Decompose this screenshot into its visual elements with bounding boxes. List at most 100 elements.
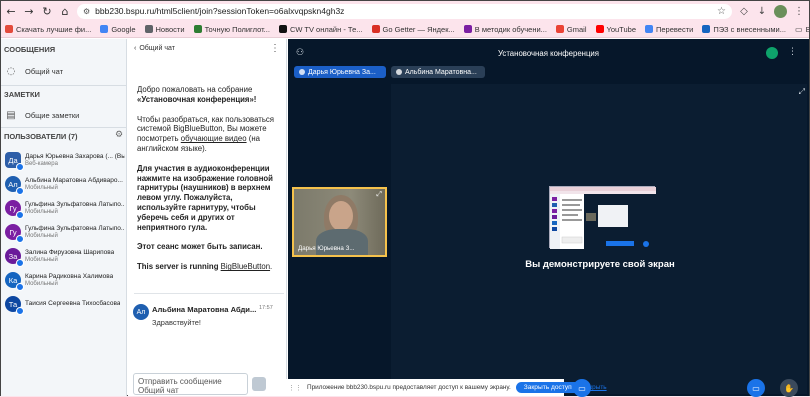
chat-message-input[interactable]: Отправить сообщение Общий чат — [133, 373, 248, 395]
bookmark-item[interactable]: Новости — [144, 24, 185, 34]
user-avatar: За — [5, 248, 24, 267]
user-list-item[interactable]: Гу Гульфина Зульфатовна Латыпо... Мобильны… — [5, 198, 125, 219]
bookmark-label: Скачать лучшие фи... — [16, 24, 92, 34]
bookmark-item[interactable]: В методик обучени... — [463, 24, 547, 34]
fullscreen-icon[interactable]: ⤢ — [799, 87, 805, 97]
bbb-link[interactable]: BigBlueButton — [221, 262, 270, 271]
drag-handle-icon[interactable]: ⋮⋮ — [288, 384, 302, 392]
user-list-item[interactable]: Ал Альбина Маратовна Абдиваро... Мобильный — [5, 174, 125, 195]
mic-icon — [396, 69, 402, 75]
user-avatar: Ал — [5, 176, 24, 195]
welcome-meeting-name: «Установочная конференция»! — [137, 94, 257, 104]
bookmark-favicon-icon — [144, 25, 153, 33]
bookmark-favicon-icon — [278, 25, 287, 33]
video-face — [329, 201, 353, 231]
options-menu-icon[interactable]: ⋮ — [788, 47, 797, 57]
present-icon[interactable]: ▭ — [747, 379, 765, 397]
divider — [134, 293, 284, 294]
bookmark-favicon-icon — [100, 25, 109, 33]
screen-share-notification: ⋮⋮ Приложение bbb230.bspu.ru предоставля… — [284, 379, 607, 396]
user-info: Карина Радиковна Халимова Мобильный — [25, 273, 113, 288]
notes-icon: ▤ — [6, 109, 16, 121]
user-list-item[interactable]: Ка Карина Радиковна Халимова Мобильный — [5, 270, 125, 291]
divider — [1, 85, 127, 86]
user-info: Альбина Маратовна Абдиваро... Мобильный — [25, 177, 123, 192]
shared-notes-item[interactable]: ▤ Общие заметки — [5, 109, 79, 121]
user-list-item[interactable]: Да Дарья Юрьевна Захарова (... (Вы) Веб-ка… — [5, 150, 125, 171]
bookmark-label: Новости — [155, 24, 185, 34]
bookmark-favicon-icon — [702, 25, 711, 33]
bookmark-item[interactable]: Gmail — [555, 24, 587, 34]
bookmark-label: Точную Полиглот... — [204, 24, 270, 34]
bookmark-label: Перевести — [656, 24, 694, 34]
all-bookmarks-label: Все закладки — [806, 25, 809, 34]
bookmark-star-icon[interactable]: ☆ — [717, 6, 726, 17]
chat-options-icon[interactable]: ⋮ — [270, 43, 280, 54]
user-avatar: Та — [5, 296, 24, 315]
reload-icon[interactable]: ↻ — [41, 5, 53, 18]
browser-menu-icon[interactable]: ⋮ — [793, 5, 805, 17]
chevron-left-icon[interactable]: ‹ — [134, 45, 136, 52]
browser-window: ← → ↻ ⌂ ⚙ bbb230.bspu.ru/html5client/joi… — [0, 0, 810, 397]
user-info: Гульфина Зульфатовна Латыпо... Мобильный — [25, 201, 125, 216]
shared-notes-label: Общие заметки — [25, 110, 80, 120]
connection-status-icon[interactable] — [766, 47, 778, 59]
device-icon — [16, 235, 24, 243]
bookmark-label: Google — [111, 24, 136, 34]
user-name: Гульфина Зульфатовна Латыпо... — [25, 224, 125, 232]
device-icon — [16, 211, 24, 219]
home-icon[interactable]: ⌂ — [59, 5, 71, 18]
all-bookmarks-button[interactable]: ▭Все закладки — [795, 25, 809, 34]
bookmark-item[interactable]: CW TV онлайн - Те... — [278, 25, 363, 34]
server-text: This server is running — [137, 262, 221, 272]
bookmark-label: В методик обучени... — [474, 24, 547, 34]
forward-icon[interactable]: → — [23, 5, 35, 18]
downloads-icon[interactable]: ↓ — [756, 5, 768, 17]
bookmark-item[interactable]: Google — [100, 24, 136, 34]
site-info-icon[interactable]: ⚙ — [83, 7, 90, 16]
raise-hand-icon[interactable]: ✋ — [780, 379, 798, 397]
user-role: Мобильный — [25, 256, 58, 263]
bookmark-label: Gmail — [566, 24, 587, 34]
bookmark-favicon-icon — [371, 25, 380, 33]
user-name: Дарья Юрьевна Захарова (... (Вы) — [25, 152, 125, 160]
bookmark-label: YouTube — [606, 24, 636, 34]
talker-name: Дарья Юрьевна За... — [308, 68, 376, 76]
profile-avatar[interactable] — [774, 4, 787, 18]
message-time: 17:57 — [259, 305, 273, 311]
user-name: Карина Радиковна Халимова — [25, 272, 114, 280]
webcam-video[interactable]: ⤢ Дарья Юрьевна З... — [292, 187, 387, 257]
public-chat-item[interactable]: ◌ Общий чат — [5, 65, 64, 77]
folder-icon: ▭ — [795, 24, 803, 34]
user-list-item[interactable]: Гу Гульфина Зульфатовна Латыпо... Мобильны… — [5, 222, 125, 243]
user-list-item[interactable]: Та Таисия Сергеевна Тихосбасова — [5, 294, 125, 315]
user-info: Залина Фирузовна Шарипова Мобильный — [25, 249, 114, 264]
bookmark-item[interactable]: Go Getter — Яндек... — [371, 25, 455, 34]
bookmark-item[interactable]: YouTube — [595, 24, 636, 34]
chat-header[interactable]: ‹ Общий чат — [134, 45, 175, 52]
mic-icon — [299, 69, 305, 75]
message-text: Здравствуйте! — [152, 318, 201, 327]
divider — [1, 127, 127, 128]
screen-share-button[interactable]: ▭ — [573, 379, 591, 397]
url-text[interactable]: bbb230.bspu.ru/html5client/join?sessionT… — [95, 6, 712, 16]
stop-sharing-button[interactable]: Закрыть доступ — [515, 382, 580, 393]
welcome-line: Добро пожаловать на собрание — [137, 85, 253, 94]
user-role: Мобильный — [25, 208, 58, 215]
user-list-item[interactable]: За Залина Фирузовна Шарипова Мобильный — [5, 246, 125, 267]
user-info: Гульфина Зульфатовна Латыпо... Мобильный — [25, 225, 125, 240]
address-bar[interactable]: ⚙ bbb230.bspu.ru/html5client/join?sessio… — [77, 3, 732, 19]
tutorial-link[interactable]: обучающие видео — [181, 134, 247, 143]
bookmark-item[interactable]: ПЭЗ с внесенными... — [702, 25, 786, 34]
bookmark-item[interactable]: Скачать лучшие фи... — [5, 25, 91, 34]
gear-icon[interactable]: ⚙ — [115, 130, 123, 140]
back-icon[interactable]: ← — [5, 5, 17, 18]
public-chat-label: Общий чат — [25, 66, 64, 76]
bookmark-item[interactable]: Точную Полиглот... — [193, 24, 270, 34]
expand-icon[interactable]: ⤢ — [376, 191, 382, 199]
extensions-icon[interactable]: ◇ — [738, 5, 750, 17]
send-button[interactable] — [252, 377, 266, 391]
bookmark-item[interactable]: Перевести — [645, 25, 693, 34]
video-label: Дарья Юрьевна З... — [298, 245, 355, 252]
screen-preview-image — [550, 187, 656, 249]
